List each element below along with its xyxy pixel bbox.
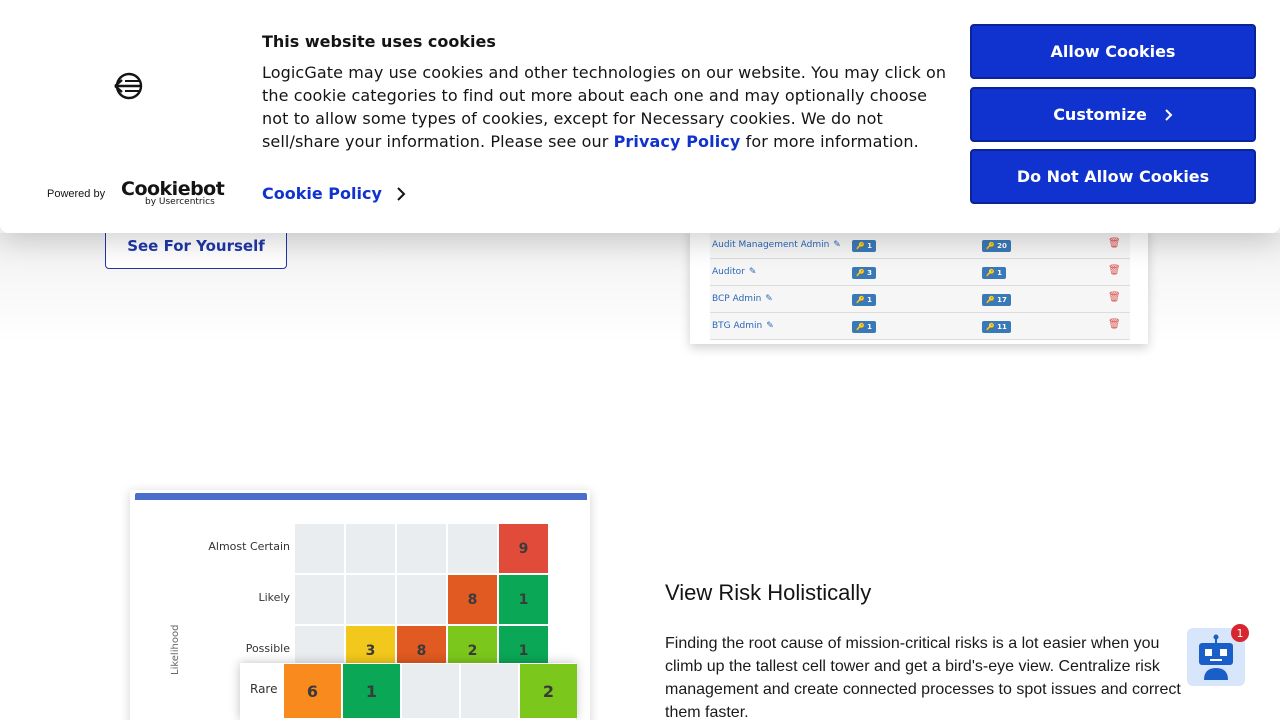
page: See For Yourself Audit Management Admin ✎… [0, 0, 1280, 720]
heatmap-cell: 8 [448, 575, 497, 624]
robot-icon [1199, 634, 1233, 680]
cookie-description: LogicGate may use cookies and other tech… [262, 61, 952, 153]
trash-icon[interactable]: 🗑 [1108, 238, 1121, 249]
trash-icon[interactable]: 🗑 [1108, 292, 1121, 303]
logicgate-logo-icon [114, 72, 143, 100]
count-pill: 🔑 1 [852, 294, 877, 306]
count-pill: 🔑 1 [982, 267, 1007, 279]
table-row: BTG Admin ✎ 🔑 1 🔑 11 🗑 [710, 313, 1130, 340]
roles-table: Audit Management Admin ✎ 🔑 1 🔑 20 🗑 Audit… [702, 226, 1132, 342]
table-row: Auditor ✎ 🔑 3 🔑 1 🗑 [710, 259, 1130, 286]
heatmap-cell: 6 [284, 664, 341, 718]
roles-table-screenshot: Audit Management Admin ✎ 🔑 1 🔑 20 🗑 Audit… [690, 226, 1148, 344]
trash-icon[interactable]: 🗑 [1108, 265, 1121, 276]
heatmap-cell [346, 575, 395, 624]
customize-button[interactable]: Customize [970, 87, 1256, 142]
role-name: BCP Admin ✎ [712, 294, 773, 304]
cookiebot-subtitle: by Usercentrics [145, 197, 215, 207]
row-label: Likely [258, 591, 291, 604]
chevron-right-icon [397, 186, 406, 201]
allow-cookies-button[interactable]: Allow Cookies [970, 24, 1256, 79]
row-label: Rare [250, 682, 278, 696]
trash-icon[interactable]: 🗑 [1108, 319, 1121, 330]
heatmap-cell [448, 524, 497, 573]
heatmap-cell [295, 575, 344, 624]
heatmap-cell [402, 664, 459, 718]
count-pill: 🔑 17 [982, 294, 1011, 306]
cookie-text-part: for more information. [740, 132, 919, 151]
heatmap-cell: 9 [499, 524, 548, 573]
pencil-icon: ✎ [765, 294, 773, 304]
cookie-banner: Powered by Cookiebot by Usercentrics Thi… [0, 0, 1280, 233]
cookie-policy-label: Cookie Policy [262, 184, 382, 203]
heatmap-cell: 2 [520, 664, 577, 718]
heatmap-cell [295, 524, 344, 573]
count-pill: 🔑 20 [982, 240, 1011, 252]
heatmap-cell: 1 [343, 664, 400, 718]
count-pill: 🔑 3 [852, 267, 877, 279]
count-pill: 🔑 11 [982, 321, 1011, 333]
notification-badge: 1 [1231, 624, 1249, 642]
heatmap-cell [397, 524, 446, 573]
pencil-icon: ✎ [748, 267, 757, 277]
row-label: Almost Certain [208, 540, 290, 553]
powered-by-text: Powered by [47, 188, 106, 200]
role-name: Auditor ✎ [712, 267, 757, 277]
rare-row-overlay: Rare 61 2 [240, 663, 577, 720]
heatmap-header-bar [135, 493, 587, 500]
do-not-allow-cookies-button[interactable]: Do Not Allow Cookies [970, 149, 1256, 204]
role-name: Audit Management Admin ✎ [712, 240, 841, 250]
count-pill: 🔑 1 [852, 240, 877, 252]
section-body: Finding the root cause of mission-critic… [665, 635, 1181, 720]
table-row: Audit Management Admin ✎ 🔑 1 🔑 20 🗑 [710, 232, 1130, 259]
heatmap-cell [397, 575, 446, 624]
chevron-right-icon [1165, 108, 1173, 121]
heatmap-cell [461, 664, 518, 718]
heatmap-cell [346, 524, 395, 573]
section-title: View Risk Holistically [665, 580, 872, 605]
role-name: BTG Admin ✎ [712, 321, 774, 331]
pencil-icon: ✎ [766, 321, 774, 331]
cookie-policy-link[interactable]: Cookie Policy [262, 184, 406, 203]
cookie-title: This website uses cookies [262, 32, 496, 51]
row-label: Possible [245, 642, 290, 655]
pencil-icon: ✎ [833, 240, 841, 250]
table-row: BCP Admin ✎ 🔑 1 🔑 17 🗑 [710, 286, 1130, 313]
count-pill: 🔑 1 [852, 321, 877, 333]
privacy-policy-link[interactable]: Privacy Policy [614, 132, 741, 151]
heatmap-cell: 1 [499, 575, 548, 624]
customize-label: Customize [1053, 105, 1147, 124]
